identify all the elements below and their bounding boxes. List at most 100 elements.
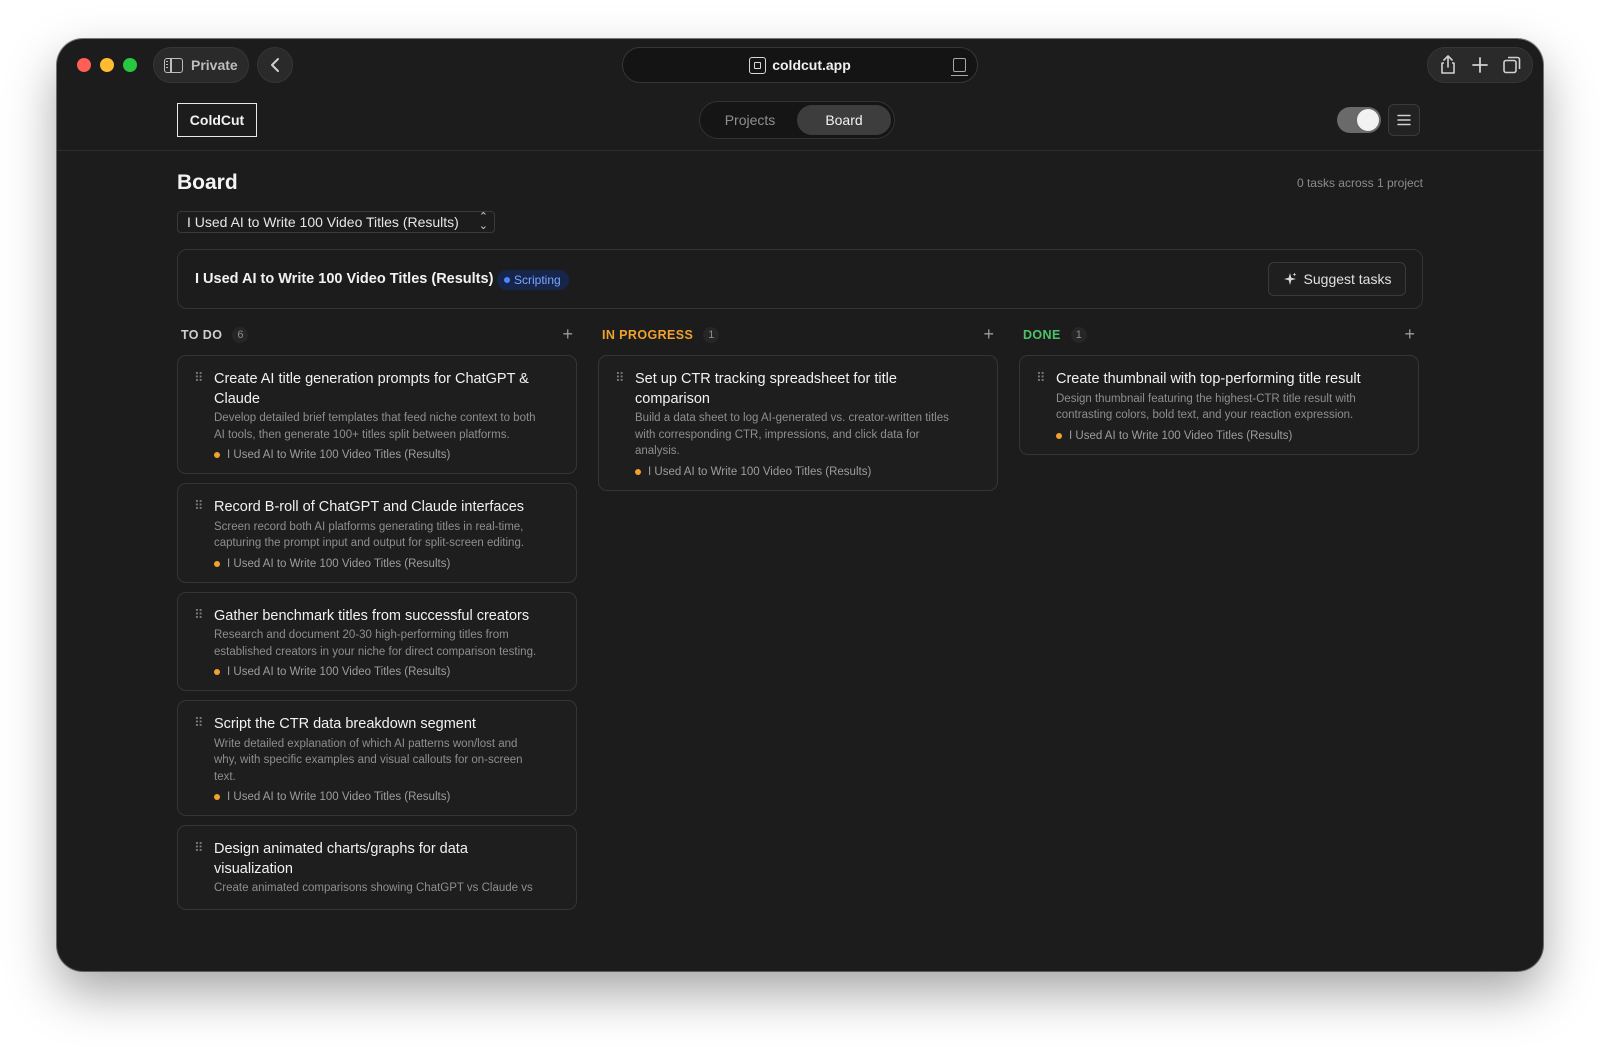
drag-handle-icon[interactable]: ⠿	[194, 716, 203, 729]
url-text: coldcut.app	[772, 57, 851, 73]
project-select-value: I Used AI to Write 100 Video Titles (Res…	[187, 214, 459, 230]
tab-board[interactable]: Board	[797, 105, 891, 135]
reader-icon[interactable]	[951, 58, 968, 76]
task-description: Build a data sheet to log AI-generated v…	[635, 412, 949, 457]
app-header: ColdCut Projects Board	[57, 91, 1543, 151]
browser-titlebar: Private coldcut.app	[57, 39, 1543, 91]
sparkle-icon	[1283, 272, 1297, 285]
project-dot-icon	[214, 669, 220, 675]
status-badge: Scripting	[497, 270, 569, 290]
column-todo: TO DO 6 + ⠿ Create AI title generation p…	[177, 323, 577, 910]
minimize-window-button[interactable]	[100, 58, 114, 72]
task-project: I Used AI to Write 100 Video Titles (Res…	[214, 449, 542, 461]
task-card[interactable]: ⠿ Create AI title generation prompts for…	[177, 355, 577, 474]
task-card[interactable]: ⠿ Set up CTR tracking spreadsheet for ti…	[598, 355, 998, 491]
drag-handle-icon[interactable]: ⠿	[194, 371, 203, 384]
task-project: I Used AI to Write 100 Video Titles (Res…	[214, 558, 542, 570]
add-task-button[interactable]: +	[562, 324, 573, 345]
column-count: 1	[1070, 327, 1087, 343]
chevron-left-icon	[271, 58, 279, 72]
status-badge-label: Scripting	[514, 273, 561, 287]
task-description: Write detailed explanation of which AI p…	[214, 737, 523, 783]
task-title: Create AI title generation prompts for C…	[214, 371, 529, 407]
task-description: Design thumbnail featuring the highest-C…	[1056, 392, 1356, 422]
task-title: Gather benchmark titles from successful …	[214, 607, 530, 624]
column-header: IN PROGRESS 1 +	[598, 323, 998, 347]
address-bar[interactable]: coldcut.app	[622, 47, 978, 83]
drag-handle-icon[interactable]: ⠿	[194, 499, 203, 512]
sidebar-icon	[164, 57, 183, 73]
close-window-button[interactable]	[77, 58, 91, 72]
task-card[interactable]: ⠿ Create thumbnail with top-performing t…	[1019, 355, 1419, 455]
task-card[interactable]: ⠿ Script the CTR data breakdown segment …	[177, 700, 577, 816]
menu-button[interactable]	[1388, 104, 1420, 136]
share-button[interactable]	[1436, 53, 1460, 77]
task-project-label: I Used AI to Write 100 Video Titles (Res…	[227, 666, 451, 678]
tabs-icon	[1503, 56, 1521, 74]
task-description: Screen record both AI platforms generati…	[214, 520, 525, 550]
task-project-label: I Used AI to Write 100 Video Titles (Res…	[227, 449, 451, 461]
theme-toggle[interactable]	[1337, 107, 1381, 133]
task-title: Design animated charts/graphs for data v…	[214, 841, 468, 877]
suggest-tasks-label: Suggest tasks	[1303, 271, 1392, 287]
column-title: IN PROGRESS	[602, 328, 694, 342]
column-title: TO DO	[181, 328, 223, 342]
site-icon	[749, 56, 767, 74]
task-project: I Used AI to Write 100 Video Titles (Res…	[1056, 430, 1384, 442]
add-task-button[interactable]: +	[983, 324, 994, 345]
hamburger-icon	[1397, 114, 1411, 126]
browser-window: Private coldcut.app ColdCut Projects Boa…	[57, 39, 1543, 971]
task-title: Create thumbnail with top-performing tit…	[1056, 371, 1361, 387]
tab-projects[interactable]: Projects	[703, 105, 797, 135]
project-name: I Used AI to Write 100 Video Titles (Res…	[195, 271, 494, 287]
column-done: DONE 1 + ⠿ Create thumbnail with top-per…	[1019, 323, 1419, 455]
project-dot-icon	[214, 560, 220, 567]
browser-toolbar-right	[1427, 47, 1533, 83]
drag-handle-icon[interactable]: ⠿	[1036, 371, 1045, 384]
new-tab-button[interactable]	[1468, 53, 1492, 77]
task-card[interactable]: ⠿ Record B-roll of ChatGPT and Claude in…	[177, 483, 577, 583]
tab-overview-button[interactable]	[1500, 53, 1524, 77]
page-title: Board	[177, 171, 238, 194]
share-icon	[1441, 55, 1455, 74]
column-header: TO DO 6 +	[177, 323, 577, 347]
task-project: I Used AI to Write 100 Video Titles (Res…	[214, 791, 542, 803]
board-content: Board 0 tasks across 1 project I Used AI…	[177, 151, 1423, 971]
back-button[interactable]	[257, 47, 293, 83]
plus-icon	[1472, 57, 1488, 73]
task-description: Create animated comparisons showing Chat…	[214, 882, 533, 894]
task-card[interactable]: ⠿ Gather benchmark titles from successfu…	[177, 591, 577, 691]
project-dot-icon	[214, 794, 220, 800]
task-title: Script the CTR data breakdown segment	[214, 716, 476, 732]
column-header: DONE 1 +	[1019, 323, 1419, 347]
column-title: DONE	[1023, 328, 1061, 342]
task-title: Set up CTR tracking spreadsheet for titl…	[635, 371, 897, 407]
task-card[interactable]: ⠿ Design animated charts/graphs for data…	[177, 825, 577, 910]
drag-handle-icon[interactable]: ⠿	[194, 608, 203, 621]
task-description: Develop detailed brief templates that fe…	[214, 412, 536, 441]
task-project: I Used AI to Write 100 Video Titles (Res…	[635, 466, 963, 478]
sidebar-toggle-button[interactable]: Private	[153, 47, 249, 83]
task-project: I Used AI to Write 100 Video Titles (Res…	[214, 666, 542, 678]
drag-handle-icon[interactable]: ⠿	[194, 841, 203, 854]
task-project-label: I Used AI to Write 100 Video Titles (Res…	[227, 557, 451, 570]
drag-handle-icon[interactable]: ⠿	[615, 371, 624, 384]
task-project-label: I Used AI to Write 100 Video Titles (Res…	[648, 465, 872, 478]
suggest-tasks-button[interactable]: Suggest tasks	[1268, 262, 1406, 296]
view-switcher: Projects Board	[699, 101, 895, 139]
column-count: 6	[232, 327, 249, 343]
private-label: Private	[191, 57, 238, 73]
project-dot-icon	[1056, 432, 1062, 439]
project-dot-icon	[214, 452, 220, 458]
project-select[interactable]: I Used AI to Write 100 Video Titles (Res…	[177, 211, 495, 233]
task-count-text: 0 tasks across 1 project	[1296, 176, 1423, 190]
select-arrows-icon: ⌃ ⌄	[478, 211, 488, 232]
column-count: 1	[703, 327, 720, 343]
zoom-window-button[interactable]	[123, 58, 137, 72]
badge-dot-icon	[504, 277, 510, 283]
app-logo[interactable]: ColdCut	[177, 103, 257, 137]
project-dot-icon	[635, 468, 641, 475]
add-task-button[interactable]: +	[1404, 324, 1415, 345]
column-in-progress: IN PROGRESS 1 + ⠿ Set up CTR tracking sp…	[598, 323, 998, 491]
project-bar: I Used AI to Write 100 Video Titles (Res…	[177, 249, 1423, 309]
